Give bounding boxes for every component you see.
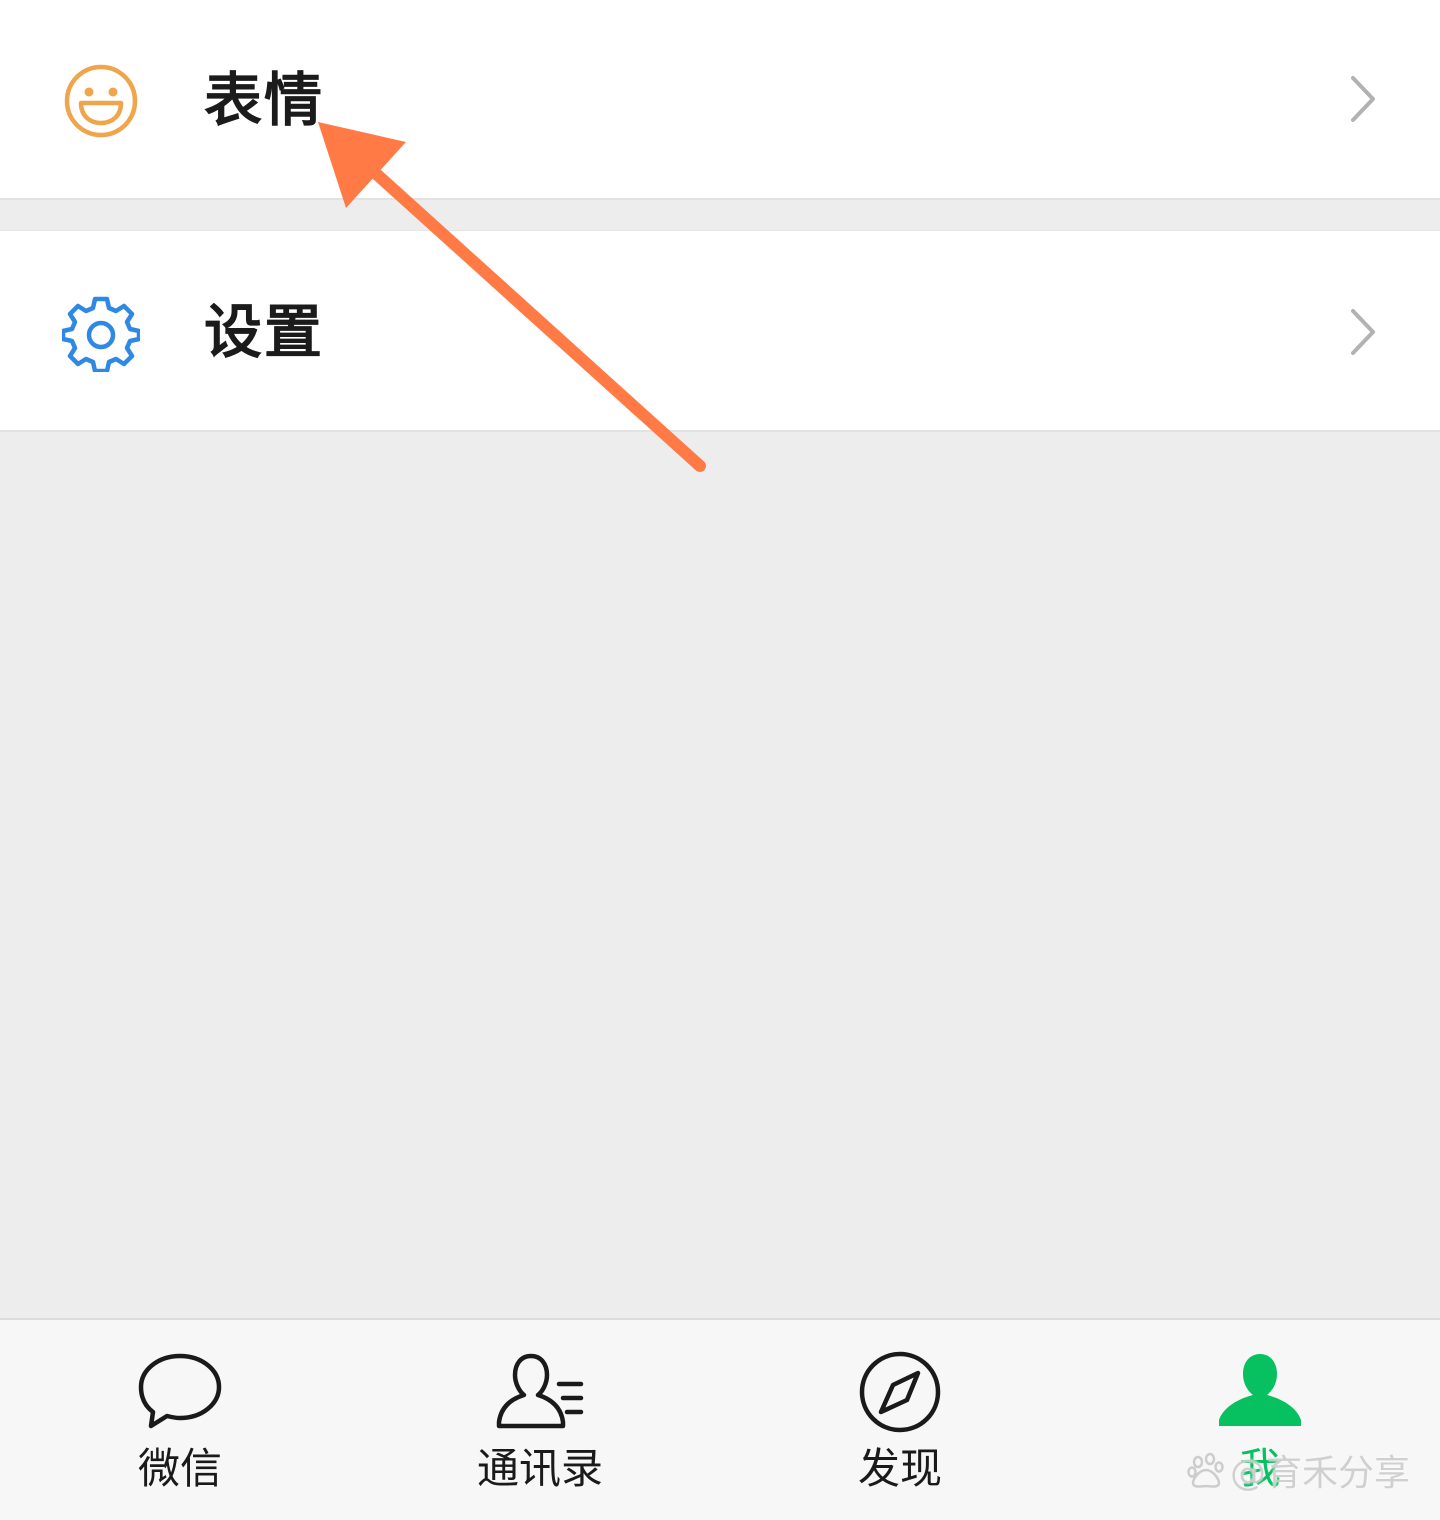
person-icon	[1219, 1354, 1301, 1426]
chevron-right-icon	[1351, 309, 1375, 355]
tab-contacts-label: 通讯录	[476, 1444, 603, 1493]
chat-bubble-icon	[138, 1353, 222, 1429]
menu-item-emoji[interactable]: 表情	[0, 0, 1440, 200]
contacts-icon	[496, 1353, 584, 1429]
watermark: @育禾分享	[1186, 1450, 1410, 1494]
menu-item-settings-label: 设置	[204, 298, 325, 366]
tab-contacts[interactable]: 通讯录	[410, 1320, 670, 1520]
menu-item-settings[interactable]: 设置	[0, 230, 1440, 432]
chevron-right-icon	[1351, 76, 1375, 122]
tab-discover[interactable]: 发现	[770, 1320, 1030, 1520]
smiley-icon	[64, 64, 138, 138]
menu-item-emoji-label: 表情	[204, 66, 325, 134]
tab-discover-label: 发现	[857, 1444, 942, 1493]
watermark-text: @育禾分享	[1230, 1453, 1411, 1494]
tab-chats[interactable]: 微信	[50, 1320, 310, 1520]
gear-icon	[62, 296, 140, 372]
tab-chats-label: 微信	[137, 1444, 222, 1493]
baidu-paw-icon	[1187, 1452, 1224, 1488]
compass-icon	[859, 1351, 941, 1433]
